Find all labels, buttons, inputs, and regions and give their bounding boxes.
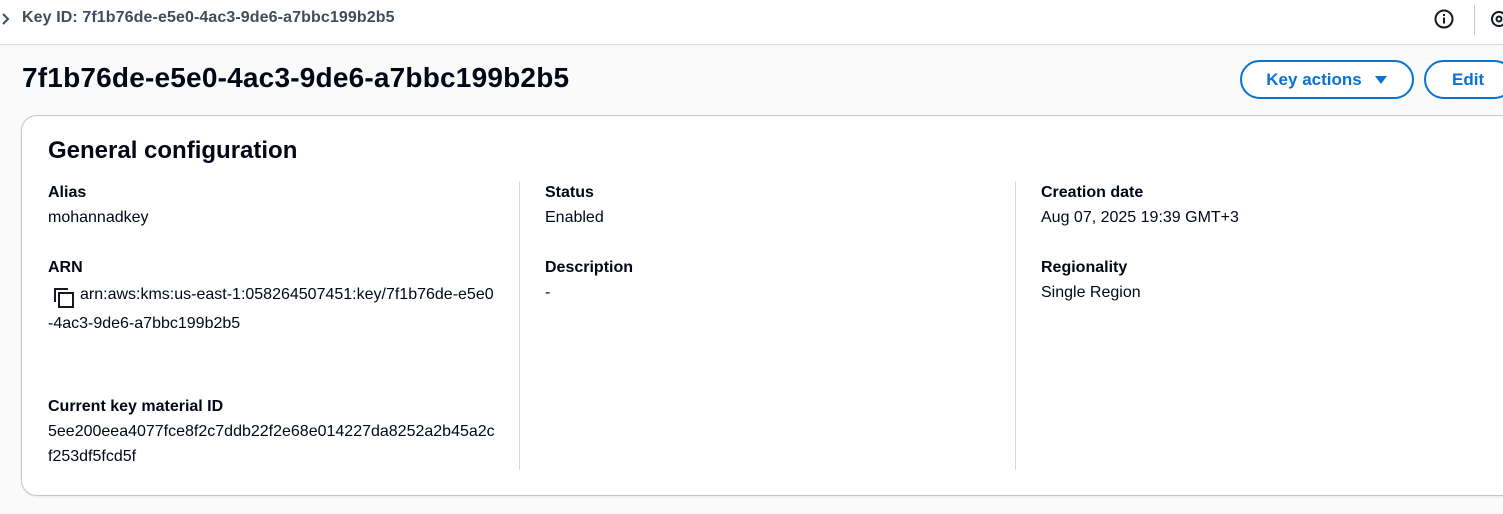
regionality-value: Single Region	[1041, 284, 1141, 301]
column-3: Creation date Aug 07, 2025 19:39 GMT+3 R…	[1015, 181, 1495, 470]
key-material-field: Current key material ID 5ee200eea4077fce…	[48, 395, 498, 469]
description-value: -	[545, 284, 551, 301]
caret-down-icon	[1374, 75, 1387, 84]
alias-field: Alias mohannadkey	[48, 181, 149, 230]
status-label: Status	[545, 184, 594, 201]
key-material-value: 5ee200eea4077fce8f2c7ddb22f2e68e014227da…	[48, 423, 495, 465]
key-material-label: Current key material ID	[48, 398, 224, 415]
creation-date-value: Aug 07, 2025 19:39 GMT+3	[1041, 209, 1239, 226]
status-value: Enabled	[545, 209, 604, 226]
arn-label: ARN	[48, 259, 83, 276]
arn-value: arn:aws:kms:us-east-1:058264507451:key/7…	[48, 286, 494, 332]
arn-field: ARN arn:aws:kms:us-east-1:058264507451:k…	[48, 256, 498, 338]
regionality-field: Regionality Single Region	[1041, 256, 1141, 305]
alias-value: mohannadkey	[48, 209, 149, 226]
chevron-right-icon	[2, 13, 10, 25]
copy-icon[interactable]	[53, 287, 75, 309]
status-field: Status Enabled	[545, 181, 604, 230]
edit-button[interactable]: Edit	[1424, 60, 1503, 99]
regionality-label: Regionality	[1041, 259, 1128, 276]
general-configuration-card: General configuration Alias mohannadkey …	[21, 115, 1503, 496]
column-2: Status Enabled Description -	[519, 181, 1015, 470]
alias-label: Alias	[48, 184, 87, 201]
key-actions-button[interactable]: Key actions	[1240, 60, 1414, 99]
edit-label: Edit	[1452, 69, 1485, 89]
settings-icon[interactable]	[1489, 9, 1503, 29]
toolbar-divider	[1474, 5, 1475, 35]
page-title: 7f1b76de-e5e0-4ac3-9de6-a7bbc199b2b5	[22, 62, 570, 93]
column-1: Alias mohannadkey ARN arn:aws:kms:us-eas…	[48, 181, 518, 470]
key-actions-label: Key actions	[1266, 69, 1362, 89]
info-icon[interactable]	[1433, 8, 1455, 30]
creation-date-field: Creation date Aug 07, 2025 19:39 GMT+3	[1041, 181, 1239, 230]
creation-date-label: Creation date	[1041, 184, 1144, 201]
breadcrumb[interactable]: Key ID: 7f1b76de-e5e0-4ac3-9de6-a7bbc199…	[22, 9, 395, 27]
description-field: Description -	[545, 256, 633, 305]
description-label: Description	[545, 259, 634, 276]
card-title: General configuration	[48, 137, 298, 164]
top-bar: Key ID: 7f1b76de-e5e0-4ac3-9de6-a7bbc199…	[0, 0, 1503, 45]
arn-value-row: arn:aws:kms:us-east-1:058264507451:key/7…	[48, 280, 498, 338]
